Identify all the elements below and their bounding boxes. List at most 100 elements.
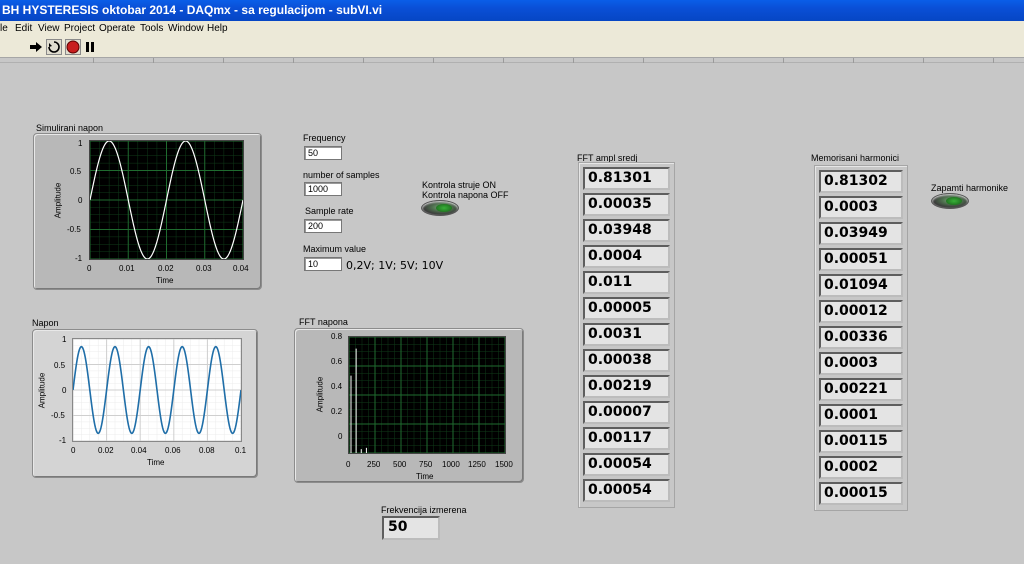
fft-xtick: 0 [346,460,351,469]
kontrola-toggle-button[interactable] [421,200,459,216]
zapamti-label: Zapamti harmonike [931,183,1009,193]
napon-xtick: 0.04 [131,446,147,455]
mem-array: 0.81302 0.0003 0.03949 0.00051 0.01094 0… [814,165,908,511]
menu-window[interactable]: Window [168,21,204,37]
fft-xtick: 1500 [495,460,513,469]
graph-napon-plot [72,338,242,442]
fft-array-cell: 0.00219 [583,375,670,398]
menu-help[interactable]: Help [207,21,228,37]
graph-napon-label: Napon [32,318,59,328]
mem-array-cell: 0.00015 [819,482,903,505]
napon-xtick: 0.08 [199,446,215,455]
max-value-note: 0,2V; 1V; 5V; 10V [346,259,444,272]
mem-array-cell: 0.03949 [819,222,903,245]
fft-array-cell: 0.00035 [583,193,670,216]
mem-array-cell: 0.0003 [819,352,903,375]
fft-ytick: 0.8 [331,332,343,341]
kontrola-label-1: Kontrola struje ON [422,180,497,190]
mem-array-cell: 0.00115 [819,430,903,453]
sim-ytick: -1 [75,254,83,263]
graph-fft-plot [348,336,506,454]
fft-array-cell: 0.00117 [583,427,670,450]
kontrola-label-2: Kontrola napona OFF [422,190,509,200]
napon-ytick: 0.5 [54,361,66,370]
menu-edit[interactable]: Edit [15,21,32,37]
graph-fft-svg [348,336,506,454]
fft-array-cell: 0.0031 [583,323,670,346]
graph-simulirani-svg [89,140,244,260]
mem-array-cell: 0.0001 [819,404,903,427]
fft-ytick: 0.2 [331,407,343,416]
graph-simulirani-plot [89,140,244,260]
sim-xtick: 0.03 [196,264,212,273]
fft-xtick: 750 [419,460,433,469]
fft-array-cell: 0.81301 [583,167,670,190]
menu-tools[interactable]: Tools [140,21,163,37]
mem-array-cell: 0.81302 [819,170,903,193]
menu-file[interactable]: le [0,21,8,37]
run-arrow-icon[interactable] [28,39,44,55]
mem-array-cell: 0.0002 [819,456,903,479]
menu-operate[interactable]: Operate [99,21,135,37]
fft-array-cell: 0.0004 [583,245,670,268]
fft-array-cell: 0.00005 [583,297,670,320]
sample-rate-label: Sample rate [305,206,354,216]
samples-input[interactable]: 1000 [304,182,342,196]
window-title: BH HYSTERESIS oktobar 2014 - DAQmx - sa … [0,0,1024,21]
pause-icon[interactable] [82,39,98,55]
fft-array-cell: 0.00038 [583,349,670,372]
frekvencija-label: Frekvencija izmerena [381,505,467,515]
frequency-label: Frequency [303,133,346,143]
menu-project[interactable]: Project [64,21,95,37]
sim-ytick: 0.5 [70,167,82,176]
samples-label: number of samples [303,170,380,180]
graph-simulirani-label: Simulirani napon [36,123,104,133]
napon-ytick: 0 [62,386,67,395]
napon-ytick: -1 [59,436,67,445]
run-continuous-icon[interactable] [46,39,62,55]
graph-fft-label: FFT napona [299,317,348,327]
fft-array-cell: 0.011 [583,271,670,294]
fft-ytick: 0.4 [331,382,343,391]
napon-ytick: 1 [62,335,67,344]
zapamti-harmonike-button[interactable] [931,193,969,209]
sample-rate-input[interactable]: 200 [304,219,342,233]
abort-icon[interactable] [65,39,81,55]
graph-napon-svg [72,338,242,442]
napon-xtick: 0.02 [98,446,114,455]
fft-ylabel: Amplitude [315,376,325,413]
fft-xtick: 500 [393,460,407,469]
frequency-input[interactable]: 50 [304,146,342,160]
fft-xtick: 250 [367,460,381,469]
napon-ylabel: Amplitude [37,372,47,409]
napon-xtick: 0.06 [165,446,181,455]
napon-xtick: 0 [71,446,76,455]
mem-array-cell: 0.00051 [819,248,903,271]
sim-ytick: 1 [78,139,83,148]
fft-array-cell: 0.00007 [583,401,670,424]
max-value-input[interactable]: 10 [304,257,342,271]
sim-xtick: 0.04 [233,264,249,273]
mem-array-label: Memorisani harmonici [811,153,900,163]
fft-xlabel: Time [416,472,434,481]
sim-xlabel: Time [156,276,174,285]
fft-array-cell: 0.00054 [583,479,670,502]
mem-array-cell: 0.01094 [819,274,903,297]
fft-xtick: 1000 [442,460,460,469]
napon-ytick: -0.5 [51,411,65,420]
napon-xtick: 0.1 [235,446,247,455]
sim-xtick: 0 [87,264,92,273]
panel-ruler [0,58,1024,63]
fft-ytick: 0.6 [331,357,343,366]
mem-array-cell: 0.00012 [819,300,903,323]
sim-xtick: 0.01 [119,264,135,273]
frekvencija-indicator: 50 [382,516,440,540]
fft-array-cell: 0.03948 [583,219,670,242]
max-value-label: Maximum value [303,244,367,254]
fft-array: 0.81301 0.00035 0.03948 0.0004 0.011 0.0… [578,162,675,508]
fft-array-cell: 0.00054 [583,453,670,476]
menu-view[interactable]: View [38,21,60,37]
sim-ytick: -0.5 [67,225,81,234]
fft-xtick: 1250 [468,460,486,469]
menu-bar: le Edit View Project Operate Tools Windo… [0,21,1024,37]
